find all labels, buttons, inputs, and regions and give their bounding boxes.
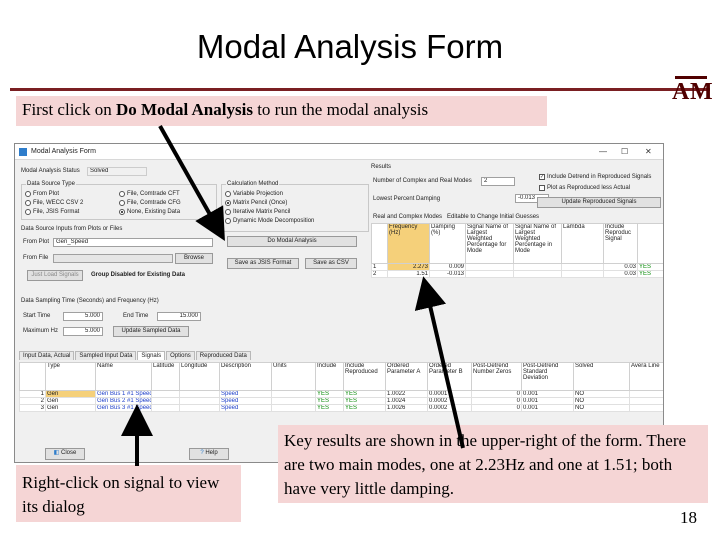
annotation-arrows xyxy=(121,125,465,466)
arrow-to-modes-table xyxy=(414,276,465,449)
arrow-to-do-modal-button xyxy=(158,125,225,241)
